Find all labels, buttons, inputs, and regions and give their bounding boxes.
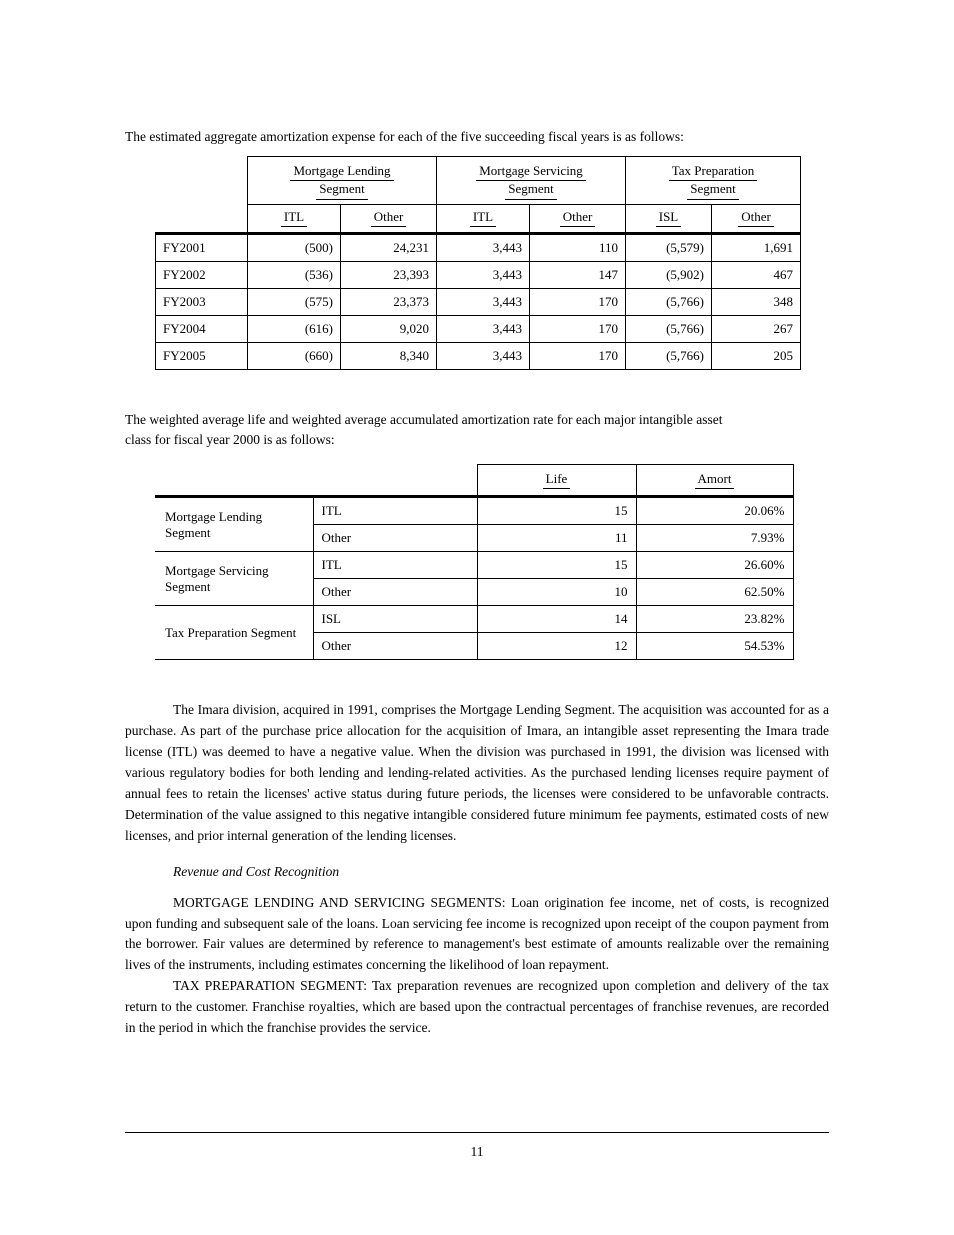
cell: 267	[712, 315, 801, 342]
cell: (5,766)	[626, 342, 712, 369]
cell: 23,373	[341, 288, 437, 315]
cell: 110	[530, 233, 626, 261]
footer-rule	[125, 1132, 829, 1133]
life-cell: 15	[477, 552, 636, 579]
t1-body: FY2001(500)24,2313,443110(5,579)1,691FY2…	[156, 233, 801, 369]
t1-sub-4: ISL	[626, 204, 712, 233]
t2-h-amort: Amort	[636, 465, 793, 497]
para-mortgage: MORTGAGE LENDING AND SERVICING SEGMENTS:…	[125, 893, 829, 977]
category-label: ISL	[313, 606, 477, 633]
row-label: FY2005	[156, 342, 248, 369]
cell: 147	[530, 261, 626, 288]
table-row: Mortgage Lending SegmentITL1520.06%	[155, 497, 793, 525]
cell: (5,766)	[626, 288, 712, 315]
row-label: FY2001	[156, 233, 248, 261]
cell: 170	[530, 288, 626, 315]
cell: 8,340	[341, 342, 437, 369]
life-cell: 11	[477, 525, 636, 552]
para-imara: The Imara division, acquired in 1991, co…	[125, 700, 829, 846]
cell: 24,231	[341, 233, 437, 261]
weighted-average-table: Life Amort Mortgage Lending SegmentITL15…	[155, 464, 794, 660]
section-head-revenue: Revenue and Cost Recognition	[125, 862, 829, 883]
cell: (5,766)	[626, 315, 712, 342]
t1-sub-0: ITL	[248, 204, 341, 233]
category-label: ITL	[313, 497, 477, 525]
t1-sub-5: Other	[712, 204, 801, 233]
cell: 170	[530, 342, 626, 369]
table1-title: The estimated aggregate amortization exp…	[125, 128, 829, 146]
cell: (616)	[248, 315, 341, 342]
group-label: Mortgage Lending Segment	[155, 497, 313, 552]
category-label: Other	[313, 579, 477, 606]
cell: (536)	[248, 261, 341, 288]
table-row: FY2001(500)24,2313,443110(5,579)1,691	[156, 233, 801, 261]
page-number: 11	[0, 1144, 954, 1160]
cell: (500)	[248, 233, 341, 261]
row-label: FY2004	[156, 315, 248, 342]
cell: (5,579)	[626, 233, 712, 261]
cell: (5,902)	[626, 261, 712, 288]
cell: 3,443	[437, 342, 530, 369]
life-cell: 12	[477, 633, 636, 660]
cell: 3,443	[437, 261, 530, 288]
cell: 3,443	[437, 315, 530, 342]
t2-h-life: Life	[477, 465, 636, 497]
cell: 3,443	[437, 233, 530, 261]
amort-cell: 7.93%	[636, 525, 793, 552]
cell: 170	[530, 315, 626, 342]
table-row: Mortgage Servicing SegmentITL1526.60%	[155, 552, 793, 579]
cell: 348	[712, 288, 801, 315]
t1-sub-3: Other	[530, 204, 626, 233]
para-tax: TAX PREPARATION SEGMENT: Tax preparation…	[125, 976, 829, 1039]
category-label: Other	[313, 525, 477, 552]
life-cell: 10	[477, 579, 636, 606]
table-row: FY2002(536)23,3933,443147(5,902)467	[156, 261, 801, 288]
cell: 205	[712, 342, 801, 369]
table2-title: The weighted average life and weighted a…	[125, 410, 829, 451]
t1-group-2: Tax Preparation Segment	[626, 157, 801, 205]
life-cell: 14	[477, 606, 636, 633]
t1-group-1: Mortgage Servicing Segment	[437, 157, 626, 205]
cell: 1,691	[712, 233, 801, 261]
amort-cell: 20.06%	[636, 497, 793, 525]
cell: 467	[712, 261, 801, 288]
cell: 23,393	[341, 261, 437, 288]
amort-cell: 23.82%	[636, 606, 793, 633]
cell: 3,443	[437, 288, 530, 315]
table-row: Tax Preparation SegmentISL1423.82%	[155, 606, 793, 633]
amort-cell: 62.50%	[636, 579, 793, 606]
body-text: The Imara division, acquired in 1991, co…	[125, 700, 829, 1039]
t2-body: Mortgage Lending SegmentITL1520.06%Other…	[155, 497, 793, 660]
amortization-schedule-table: Mortgage Lending Segment Mortgage Servic…	[155, 156, 801, 370]
table-row: FY2004(616)9,0203,443170(5,766)267	[156, 315, 801, 342]
t1-group-0: Mortgage Lending Segment	[248, 157, 437, 205]
cell: 9,020	[341, 315, 437, 342]
category-label: ITL	[313, 552, 477, 579]
group-label: Mortgage Servicing Segment	[155, 552, 313, 606]
t1-sub-2: ITL	[437, 204, 530, 233]
group-label: Tax Preparation Segment	[155, 606, 313, 660]
amort-cell: 26.60%	[636, 552, 793, 579]
cell: (575)	[248, 288, 341, 315]
cell: (660)	[248, 342, 341, 369]
amort-cell: 54.53%	[636, 633, 793, 660]
row-label: FY2002	[156, 261, 248, 288]
row-label: FY2003	[156, 288, 248, 315]
life-cell: 15	[477, 497, 636, 525]
t1-sub-1: Other	[341, 204, 437, 233]
table-row: FY2003(575)23,3733,443170(5,766)348	[156, 288, 801, 315]
table-row: FY2005(660)8,3403,443170(5,766)205	[156, 342, 801, 369]
category-label: Other	[313, 633, 477, 660]
